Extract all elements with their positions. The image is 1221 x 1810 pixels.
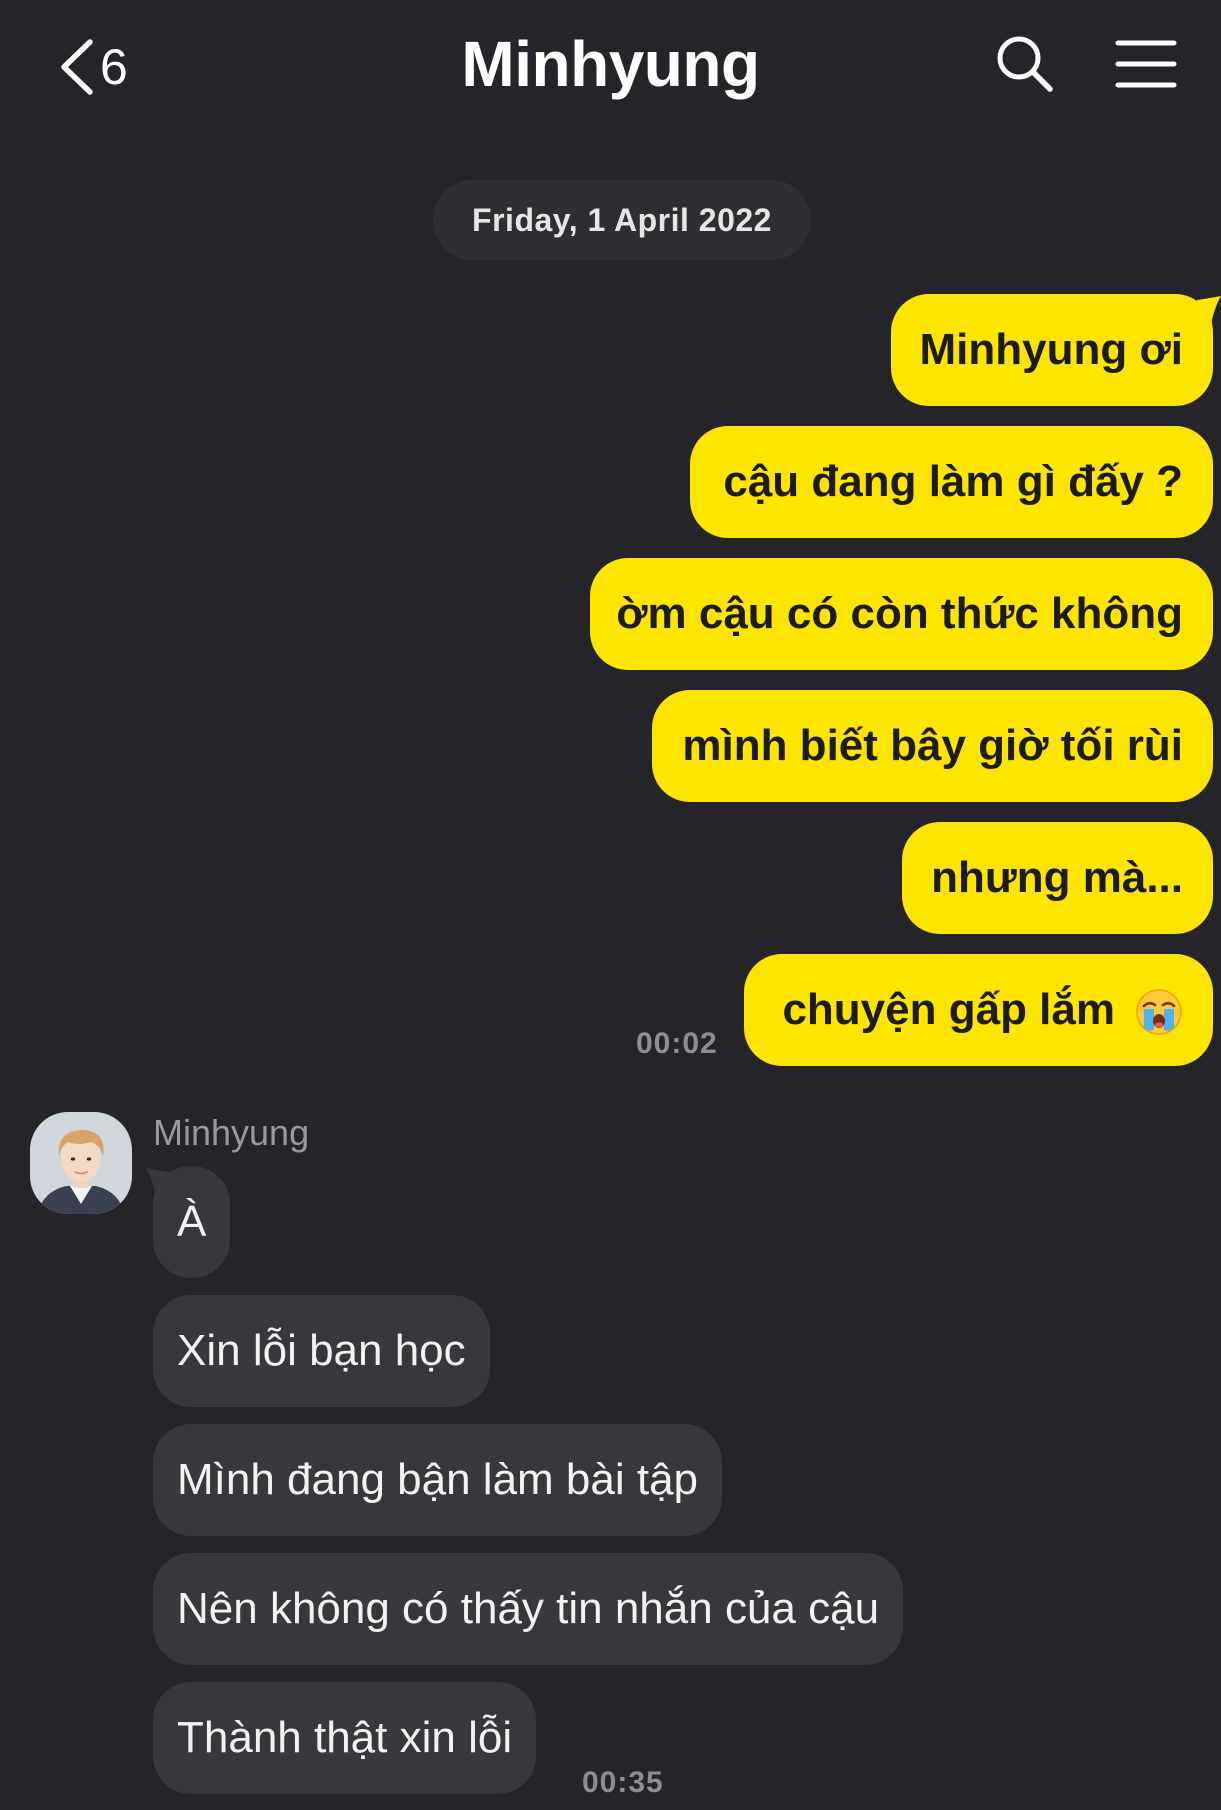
- chat-title: Minhyung: [461, 28, 760, 100]
- date-divider: Friday, 1 April 2022: [433, 180, 811, 260]
- incoming-message[interactable]: Xin lỗi bạn học: [153, 1295, 490, 1407]
- chevron-left-icon: [61, 39, 93, 95]
- incoming-message[interactable]: Mình đang bận làm bài tập: [153, 1424, 723, 1536]
- outgoing-message[interactable]: cậu đang làm gì đấy ?: [690, 426, 1213, 538]
- back-button[interactable]: 6: [58, 32, 128, 102]
- chat-header: 6 Minhyung: [0, 0, 1221, 135]
- message-text: nhưng mà...: [931, 853, 1183, 902]
- outgoing-timestamp: 00:02: [636, 1027, 718, 1060]
- outgoing-message[interactable]: ờm cậu có còn thức không: [590, 558, 1213, 670]
- loudly-crying-face-emoji: [1136, 989, 1182, 1035]
- message-text: Mình đang bận làm bài tập: [177, 1455, 699, 1504]
- search-button[interactable]: [995, 34, 1055, 94]
- outgoing-message[interactable]: Minhyung ơi: [891, 294, 1213, 406]
- unread-count: 6: [100, 39, 128, 95]
- incoming-message[interactable]: Nên không có thấy tin nhắn của cậu: [153, 1553, 904, 1665]
- message-text: cậu đang làm gì đấy ?: [723, 457, 1183, 506]
- outgoing-message[interactable]: chuyện gấp lắm: [744, 954, 1213, 1066]
- message-text: chuyện gấp lắm: [782, 985, 1115, 1034]
- message-text: Thành thật xin lỗi: [177, 1713, 513, 1762]
- incoming-message[interactable]: À: [153, 1166, 231, 1278]
- message-text: Nên không có thấy tin nhắn của cậu: [177, 1584, 880, 1633]
- outgoing-message[interactable]: nhưng mà...: [902, 822, 1213, 934]
- menu-button[interactable]: [1115, 38, 1177, 90]
- avatar-photo: [30, 1112, 132, 1214]
- search-icon: [997, 36, 1053, 92]
- message-text: mình biết bây giờ tối rùi: [682, 721, 1183, 770]
- message-text: Xin lỗi bạn học: [177, 1326, 466, 1375]
- incoming-timestamp: 00:35: [582, 1766, 664, 1799]
- hamburger-menu-icon: [1115, 40, 1177, 88]
- message-text: Minhyung ơi: [919, 325, 1183, 374]
- message-text: ờm cậu có còn thức không: [616, 589, 1183, 638]
- message-text: À: [177, 1197, 207, 1246]
- avatar[interactable]: [30, 1112, 132, 1214]
- incoming-message[interactable]: Thành thật xin lỗi: [153, 1682, 537, 1794]
- sender-name: Minhyung: [153, 1112, 310, 1153]
- outgoing-message[interactable]: mình biết bây giờ tối rùi: [652, 690, 1213, 802]
